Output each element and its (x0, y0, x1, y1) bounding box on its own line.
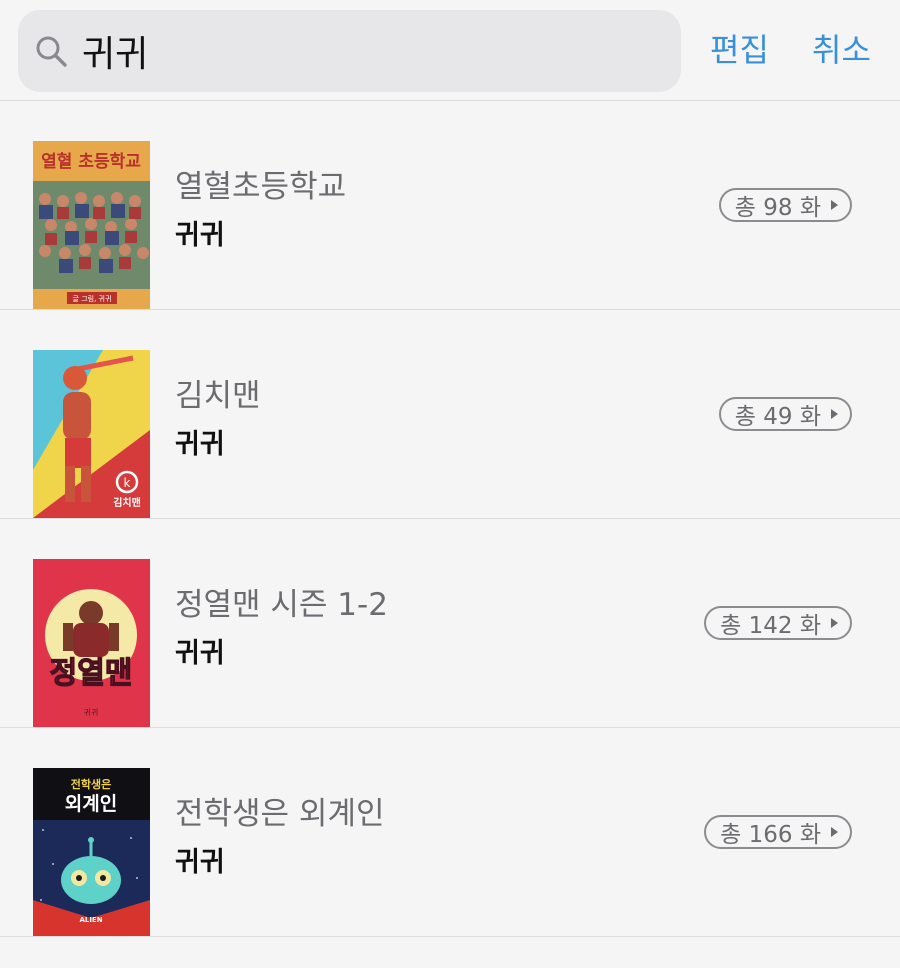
webtoon-title: 정열맨 시즌 1-2 (175, 587, 388, 623)
play-arrow-icon (831, 200, 838, 210)
webtoon-title: 전학생은 외계인 (175, 796, 385, 832)
cover-thumbnail: 정열맨 귀귀 (33, 559, 150, 727)
top-bar: 편집 취소 (0, 0, 900, 101)
svg-text:김치맨: 김치맨 (113, 496, 141, 509)
episode-count-label: 총 98 화 (734, 195, 821, 221)
svg-text:정열맨: 정열맨 (50, 656, 133, 691)
webtoon-author: 귀귀 (175, 847, 225, 878)
svg-text:글 그림, 귀귀: 글 그림, 귀귀 (73, 294, 112, 303)
cover-thumbnail: 전학생은 외계인 ALIEN (33, 768, 150, 936)
cancel-button[interactable]: 취소 (812, 28, 871, 72)
webtoon-title: 열혈초등학교 (175, 169, 347, 205)
svg-text:전학생은: 전학생은 (71, 777, 111, 791)
episode-count-label: 총 166 화 (720, 822, 821, 848)
svg-text:k: k (124, 476, 131, 490)
list-item[interactable]: 열혈 초등학교 글 그림, 귀귀 열혈초등학교 귀귀 총 98 화 (0, 101, 900, 310)
webtoon-author: 귀귀 (175, 429, 225, 460)
search-bar[interactable] (18, 10, 681, 92)
episode-count-button[interactable]: 총 142 화 (704, 606, 852, 640)
list-item[interactable]: 정열맨 귀귀 정열맨 시즌 1-2 귀귀 총 142 화 (0, 519, 900, 728)
list-item[interactable]: 전학생은 외계인 ALIEN 전학생은 외계인 귀귀 총 166 화 (0, 728, 900, 937)
play-arrow-icon (831, 409, 838, 419)
webtoon-author: 귀귀 (175, 220, 225, 251)
webtoon-author: 귀귀 (175, 638, 225, 669)
svg-text:외계인: 외계인 (65, 793, 117, 815)
list-item[interactable]: k 김치맨 김치맨 귀귀 총 49 화 (0, 310, 900, 519)
episode-count-button[interactable]: 총 98 화 (718, 188, 852, 222)
webtoon-title: 김치맨 (175, 378, 261, 414)
episode-count-button[interactable]: 총 166 화 (704, 815, 852, 849)
svg-text:귀귀: 귀귀 (84, 707, 99, 717)
svg-text:열혈 초등학교: 열혈 초등학교 (41, 151, 141, 172)
search-icon (34, 34, 68, 68)
cover-thumbnail: 열혈 초등학교 글 그림, 귀귀 (33, 141, 150, 309)
search-input[interactable] (82, 30, 642, 72)
episode-count-label: 총 49 화 (734, 404, 821, 430)
edit-button[interactable]: 편집 (710, 28, 769, 72)
episode-count-label: 총 142 화 (720, 613, 821, 639)
play-arrow-icon (831, 618, 838, 628)
svg-text:ALIEN: ALIEN (79, 916, 102, 924)
play-arrow-icon (831, 827, 838, 837)
cover-thumbnail: k 김치맨 (33, 350, 150, 518)
search-results-list: 열혈 초등학교 글 그림, 귀귀 열혈초등학교 귀귀 총 98 화 k 김치맨 … (0, 101, 900, 937)
episode-count-button[interactable]: 총 49 화 (718, 397, 852, 431)
